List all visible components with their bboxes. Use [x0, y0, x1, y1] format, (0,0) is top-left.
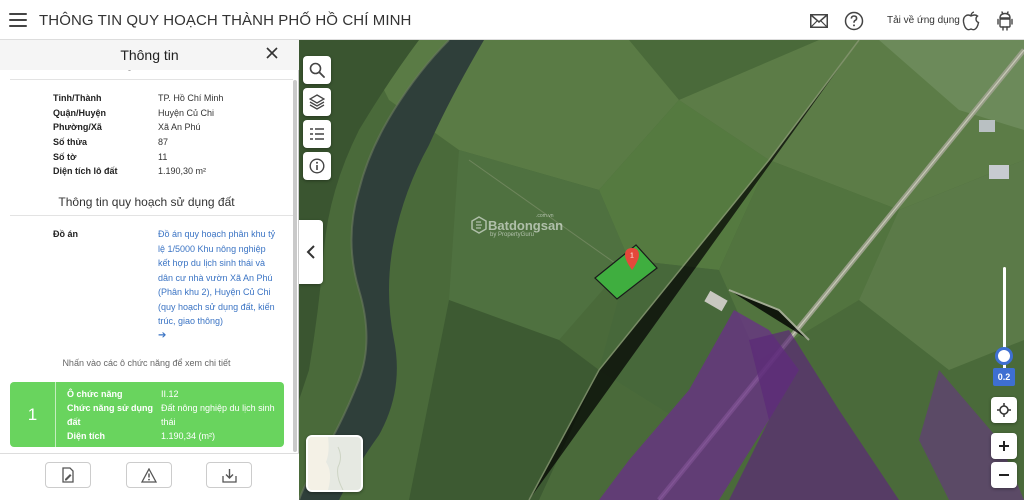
panel-header: Thông tin — [0, 40, 299, 70]
parcel-marker[interactable]: 1 — [625, 248, 639, 275]
info-label: Số tờ — [53, 152, 77, 162]
info-label: Tỉnh/Thành — [53, 93, 102, 103]
crosshair-icon — [997, 403, 1011, 417]
zone-label: Ô chức năng — [67, 389, 123, 399]
download-button[interactable] — [206, 462, 252, 488]
zoom-in-button[interactable] — [991, 433, 1017, 459]
panel-footer — [0, 453, 299, 500]
menu-icon[interactable] — [9, 13, 27, 27]
plus-icon — [999, 441, 1009, 451]
zone-row-area: Diện tích 1.190,34 (m²) — [67, 429, 277, 443]
layers-icon[interactable] — [303, 88, 331, 116]
info-row-area: Diện tích lô đất 1.190,30 m² — [53, 166, 206, 176]
edit-document-icon — [62, 467, 74, 483]
mail-icon[interactable] — [810, 11, 828, 31]
hint-text: Nhấn vào các ô chức năng để xem chi tiết — [62, 358, 231, 368]
info-panel: Thông tin thửa đất Thông tin Tỉnh/Thành … — [0, 40, 299, 500]
info-value: 1.190,30 m² — [158, 166, 207, 176]
zone-row-landuse: Chức năng sử dụng đất Đất nông nghiệp du… — [67, 401, 277, 429]
zone-value: Đất nông nghiệp du lịch sinh thái — [161, 403, 275, 427]
minimap[interactable] — [306, 435, 363, 492]
zone-label: Diện tích — [67, 431, 106, 441]
zone-row-code: Ô chức năng II.12 — [67, 387, 277, 401]
info-label: Diện tích lô đất — [53, 166, 118, 176]
info-label: Phường/Xã — [53, 122, 102, 132]
watermark: Batdongsan .com.vn by PropertyGuru — [470, 213, 564, 238]
info-value: 87 — [158, 137, 169, 147]
map-pin-icon: 1 — [625, 248, 639, 270]
divider — [10, 79, 293, 80]
zone-value: 1.190,34 (m²) — [161, 431, 216, 441]
info-value: 11 — [158, 152, 168, 162]
info-row-parcel-number: Số thửa 87 — [53, 137, 168, 147]
warning-icon — [141, 467, 157, 483]
zone-value: II.12 — [161, 389, 179, 399]
arrow-right-icon[interactable]: ➔ — [158, 330, 166, 341]
edit-button[interactable] — [45, 462, 91, 488]
satellite-imagery — [299, 40, 1024, 500]
info-value: TP. Hồ Chí Minh — [158, 93, 224, 103]
search-icon[interactable] — [303, 56, 331, 84]
report-button[interactable] — [126, 462, 172, 488]
download-icon — [221, 468, 237, 483]
help-icon[interactable] — [844, 11, 864, 31]
plan-label: Đồ án — [53, 229, 79, 239]
collapse-panel-button[interactable] — [299, 220, 323, 284]
zone-label: Chức năng sử dụng đất — [67, 403, 154, 427]
divider — [10, 215, 293, 216]
legend-icon[interactable] — [303, 120, 331, 148]
zoom-level-value: 0.2 — [993, 368, 1015, 386]
watermark-subtext: by PropertyGuru — [490, 232, 535, 238]
plan-link[interactable]: Đồ án quy hoạch phân khu tỷ lệ 1/5000 Kh… — [158, 227, 276, 329]
minimap-thumbnail — [308, 437, 344, 490]
top-bar: THÔNG TIN QUY HOẠCH THÀNH PHỐ HỒ CHÍ MIN… — [0, 0, 1024, 40]
info-row-ward: Phường/Xã Xã An Phú — [53, 122, 201, 132]
zone-number: 1 — [10, 382, 56, 447]
panel-title: Thông tin — [120, 47, 179, 63]
watermark-domain: .com.vn — [536, 213, 554, 219]
map-view[interactable]: Batdongsan .com.vn by PropertyGuru 1 0.2 — [299, 40, 1024, 500]
info-label: Quận/Huyện — [53, 108, 107, 118]
watermark-logo-icon — [471, 216, 487, 234]
app-root: THÔNG TIN QUY HOẠCH THÀNH PHỐ HỒ CHÍ MIN… — [0, 0, 1024, 500]
locate-button[interactable] — [991, 397, 1017, 423]
close-icon[interactable] — [265, 46, 279, 60]
section-title: Thông tin quy hoạch sử dụng đất — [58, 195, 235, 209]
info-row-district: Quận/Huyện Huyện Củ Chi — [53, 108, 214, 118]
marker-label: 1 — [630, 253, 634, 260]
info-label: Số thửa — [53, 137, 88, 147]
apple-icon[interactable] — [962, 11, 980, 31]
android-icon[interactable] — [996, 11, 1014, 31]
info-row-sheet-number: Số tờ 11 — [53, 152, 167, 162]
zoom-slider-handle[interactable] — [995, 347, 1013, 365]
info-icon[interactable] — [303, 152, 331, 180]
download-app-link[interactable]: Tải về ứng dụng — [887, 15, 960, 26]
info-value: Xã An Phú — [158, 122, 201, 132]
panel-scrollbar[interactable] — [293, 80, 297, 452]
minus-icon — [999, 474, 1009, 476]
zoom-out-button[interactable] — [991, 462, 1017, 488]
watermark-text: Batdongsan — [488, 217, 564, 233]
info-row-province: Tỉnh/Thành TP. Hồ Chí Minh — [53, 93, 223, 103]
app-title: THÔNG TIN QUY HOẠCH THÀNH PHỐ HỒ CHÍ MIN… — [39, 12, 412, 29]
chevron-left-icon — [306, 245, 315, 259]
info-value: Huyện Củ Chi — [158, 108, 215, 118]
function-zone-card[interactable]: 1 Ô chức năng II.12 Chức năng sử dụng đấ… — [10, 382, 284, 447]
